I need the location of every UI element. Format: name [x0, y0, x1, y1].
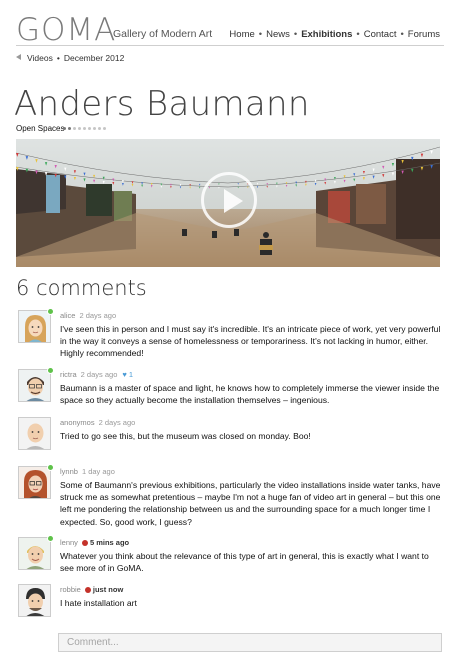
user-avatar-icon — [19, 311, 50, 342]
pager-dot[interactable] — [98, 127, 101, 130]
nav-forums[interactable]: Forums — [408, 29, 440, 40]
artist-name: Anders Baumann — [14, 84, 310, 124]
avatar[interactable] — [18, 584, 51, 617]
nav-contact[interactable]: Contact — [364, 29, 397, 40]
comment-text: Whatever you think about the relevance o… — [60, 551, 429, 574]
video-player[interactable] — [16, 139, 440, 267]
comment-item: robbie just now I hate installation art — [16, 584, 444, 624]
comment-input[interactable] — [58, 633, 442, 652]
avatar[interactable] — [18, 537, 51, 570]
user-avatar-icon — [19, 467, 50, 498]
online-status-icon — [47, 535, 54, 542]
comment-text: Some of Baumann's previous exhibitions, … — [60, 480, 441, 527]
comment-item: anonymos 2 days ago Tried to go see this,… — [16, 417, 444, 466]
comment-text: Baumann is a master of space and light, … — [60, 383, 440, 406]
online-status-icon — [47, 308, 54, 315]
comment-time: just now — [92, 585, 124, 594]
nav-home[interactable]: Home — [229, 29, 254, 40]
new-indicator-icon — [84, 586, 91, 593]
nav-separator: • — [356, 29, 360, 40]
comment-item: alice 2 days ago I've seen this in person… — [16, 308, 444, 369]
comment-author[interactable]: lenny — [60, 538, 78, 547]
work-title: Open Spaces — [16, 124, 65, 133]
comment-item: lenny 5 mins ago Whatever you think about… — [16, 535, 444, 584]
user-avatar-icon — [19, 585, 50, 616]
comment-text: I hate installation art — [60, 598, 137, 608]
nav-separator: • — [293, 29, 298, 40]
goma-logo[interactable]: GOMA — [16, 12, 116, 48]
comment-text: Tried to go see this, but the museum was… — [60, 431, 311, 441]
new-indicator-icon — [81, 539, 88, 546]
breadcrumb-date[interactable]: December 2012 — [64, 53, 124, 63]
avatar[interactable] — [18, 369, 51, 402]
main-nav: Home • News • Exhibitions • Contact • Forums — [229, 29, 440, 40]
breadcrumb-videos[interactable]: Videos — [27, 53, 53, 63]
play-icon[interactable] — [201, 172, 257, 228]
pager-dot[interactable] — [103, 127, 106, 130]
site-tagline: Gallery of Modern Art — [113, 28, 213, 40]
pager-dot[interactable] — [78, 127, 81, 130]
comment-author[interactable]: lynnb — [60, 467, 78, 476]
site-header: GOMA Gallery of Modern Art Home • News • Exh… — [16, 8, 444, 48]
comment-count: 6 comments — [16, 276, 147, 300]
breadcrumb: Videos • December 2012 — [16, 53, 124, 63]
comments-list: alice 2 days ago I've seen this in person… — [16, 308, 444, 624]
avatar[interactable] — [18, 466, 51, 499]
comment-item: lynnb 1 day ago Some of Baumann's previou… — [16, 464, 444, 537]
comment-time: 2 days ago — [98, 418, 136, 427]
comment-time: 1 day ago — [81, 467, 115, 476]
nav-separator: • — [400, 29, 404, 40]
user-avatar-icon — [19, 538, 50, 569]
user-avatar-icon — [19, 370, 50, 401]
comment-text: I've seen this in person and I must say … — [60, 324, 441, 359]
comment-author[interactable]: robbie — [60, 585, 81, 594]
like-count: 1 — [128, 370, 134, 379]
user-avatar-icon — [19, 418, 50, 449]
online-status-icon — [47, 367, 54, 374]
comment-item: rictra 2 days ago ♥ 1 Baumann is a master … — [16, 367, 444, 417]
back-arrow-icon[interactable] — [16, 54, 21, 60]
comment-author[interactable]: rictra — [60, 370, 77, 379]
pager-dot[interactable] — [88, 127, 91, 130]
pager-dot[interactable] — [83, 127, 86, 130]
nav-exhibitions[interactable]: Exhibitions — [301, 29, 352, 40]
comment-time: 2 days ago — [79, 311, 117, 320]
pager-dot[interactable] — [73, 127, 76, 130]
video-pager[interactable] — [63, 127, 108, 131]
nav-separator: • — [258, 29, 263, 40]
avatar[interactable] — [18, 310, 51, 343]
nav-news[interactable]: News — [266, 29, 290, 40]
online-status-icon — [47, 464, 54, 471]
pager-dot[interactable] — [63, 127, 66, 130]
comment-time: 2 days ago — [80, 370, 118, 379]
comment-author[interactable]: alice — [60, 311, 75, 320]
avatar[interactable] — [18, 417, 51, 450]
heart-icon[interactable]: ♥ — [122, 370, 126, 379]
pager-dot[interactable] — [68, 127, 71, 130]
pager-dot[interactable] — [93, 127, 96, 130]
breadcrumb-separator: • — [56, 53, 60, 63]
comment-time: 5 mins ago — [89, 538, 130, 547]
comment-author[interactable]: anonymos — [60, 418, 95, 427]
